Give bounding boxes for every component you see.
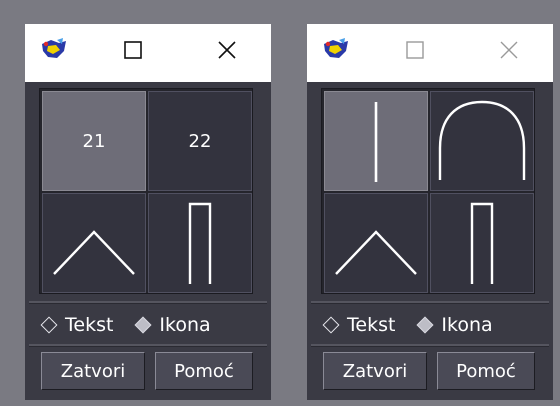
- display-mode-radio-group: Tekst Ikona: [322, 312, 543, 338]
- radio-diamond-icon: [322, 316, 340, 334]
- close-window-button[interactable]: [207, 30, 247, 70]
- inverted-u-narrow-icon: [188, 202, 212, 284]
- vertical-line-icon: [374, 102, 378, 182]
- option-grid: 21 22: [39, 88, 253, 294]
- caret-up-icon: [53, 230, 135, 275]
- separator: [29, 344, 267, 347]
- dialog-window-2: Tekst Ikona Zatvori Pomoć: [307, 24, 553, 400]
- radio-label: Tekst: [347, 314, 396, 336]
- close-button[interactable]: Zatvori: [323, 352, 427, 390]
- arch-icon: [438, 100, 526, 180]
- maximize-icon: [406, 41, 424, 59]
- radio-label: Tekst: [65, 314, 114, 336]
- maximize-button[interactable]: [395, 30, 435, 70]
- radio-text-option[interactable]: Tekst: [40, 314, 114, 336]
- title-bar: [307, 24, 553, 82]
- separator: [29, 301, 267, 304]
- grid-cell-vertical-line[interactable]: [324, 91, 428, 191]
- caret-up-icon: [335, 230, 417, 275]
- close-icon: [500, 41, 518, 59]
- close-icon: [218, 41, 236, 59]
- grid-cell-arch[interactable]: [430, 91, 534, 191]
- radio-diamond-selected-icon: [416, 316, 434, 334]
- dialog-window-1: 21 22 Tekst Ikona Zatvori Pomoć: [25, 24, 271, 400]
- separator: [311, 344, 549, 347]
- radio-icon-option[interactable]: Ikona: [134, 314, 211, 336]
- close-window-button[interactable]: [489, 30, 529, 70]
- help-button[interactable]: Pomoć: [155, 352, 253, 390]
- maximize-icon: [124, 41, 142, 59]
- radio-diamond-selected-icon: [134, 316, 152, 334]
- separator: [311, 301, 549, 304]
- grid-cell-caret[interactable]: [42, 193, 146, 293]
- cell-label: 21: [82, 130, 106, 152]
- inverted-u-narrow-icon: [470, 202, 494, 284]
- radio-label: Ikona: [441, 314, 493, 336]
- radio-diamond-icon: [40, 316, 58, 334]
- title-bar: [25, 24, 271, 82]
- app-icon: [324, 38, 348, 58]
- app-icon: [42, 38, 66, 58]
- radio-label: Ikona: [159, 314, 211, 336]
- grid-cell-narrow-u[interactable]: [148, 193, 252, 293]
- grid-cell-22[interactable]: 22: [148, 91, 252, 191]
- maximize-button[interactable]: [113, 30, 153, 70]
- cell-label: 22: [188, 130, 212, 152]
- display-mode-radio-group: Tekst Ikona: [40, 312, 261, 338]
- option-grid: [321, 88, 535, 294]
- help-button[interactable]: Pomoć: [437, 352, 535, 390]
- close-button[interactable]: Zatvori: [41, 352, 145, 390]
- grid-cell-21[interactable]: 21: [42, 91, 146, 191]
- radio-icon-option[interactable]: Ikona: [416, 314, 493, 336]
- grid-cell-narrow-u[interactable]: [430, 193, 534, 293]
- grid-cell-caret[interactable]: [324, 193, 428, 293]
- radio-text-option[interactable]: Tekst: [322, 314, 396, 336]
